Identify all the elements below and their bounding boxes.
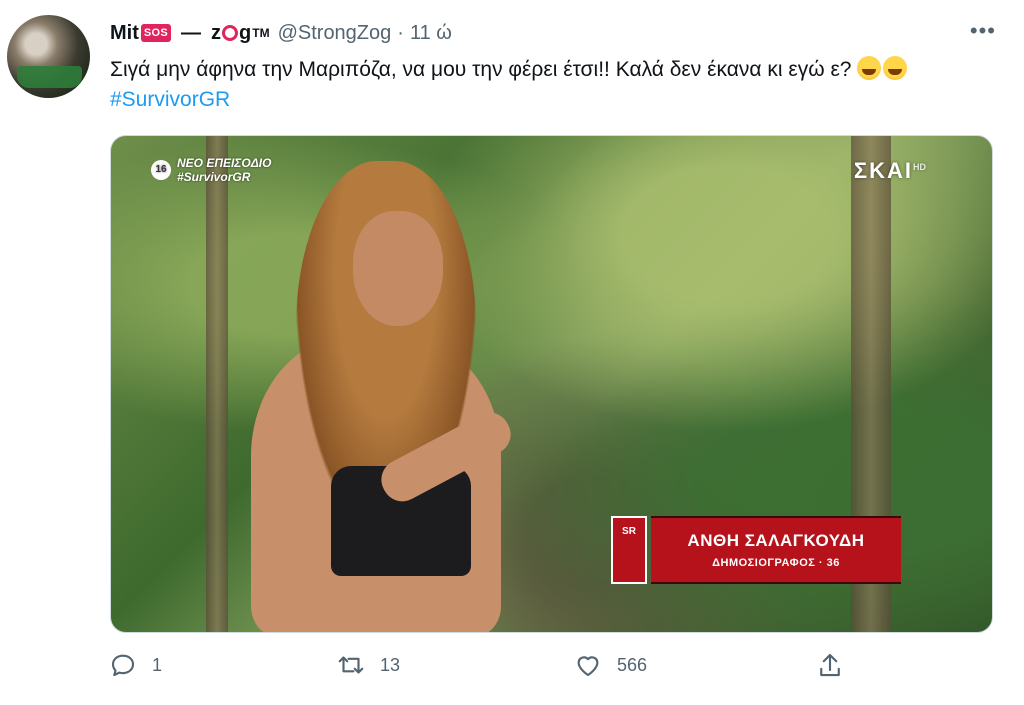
name-dash: — [181,21,202,44]
new-episode-label: ΝΕΟ ΕΠΕΙΣΟΔΙΟ [177,156,272,170]
rolling-on-floor-laughing-icon [883,56,908,80]
person-face [353,211,443,326]
tweet-text: Σιγά μην άφηνα την Μαριπόζα, να μου την … [110,55,990,115]
contestant-role: ΔΗΜΟΣΙΟΓΡΑΦΟΣ · 36 [712,557,840,569]
o-emoji-icon [222,25,239,41]
overlay-hashtag: #SurvivorGR [177,170,251,184]
heart-icon [577,656,599,677]
retweet-button[interactable]: 13 [336,650,400,680]
retweet-count: 13 [380,654,401,675]
tweet-media-image[interactable]: 16 ΝΕΟ ΕΠΕΙΣΟΔΙΟ #SurvivorGR ΣΚΑΙHD SR Α… [110,135,993,633]
age-rating-badge: 16 [151,160,171,180]
sos-badge: SOS [140,24,172,42]
display-name[interactable]: Mit SOS — z g TM [110,22,270,45]
display-name-part: z [211,21,222,44]
rolling-on-floor-laughing-icon [857,56,882,80]
tweet[interactable]: Mit SOS — z g TM @StrongZog · 11 ώ ••• Σ… [0,0,1024,705]
avatar[interactable] [7,15,90,98]
tweet-actions: 1 13 566 [108,650,868,686]
reply-icon [111,654,135,677]
channel-hd: HD [913,161,926,172]
more-options-icon[interactable]: ••• [970,18,996,44]
retweet-icon [338,656,364,674]
contestant-name: ΑΝΘΗ ΣΑΛΑΓΚΟΥΔΗ [687,531,865,550]
share-icon [820,653,840,677]
lower-third-body: ΑΝΘΗ ΣΑΛΑΓΚΟΥΔΗ ΔΗΜΟΣΙΟΓΡΑΦΟΣ · 36 [651,516,901,584]
timestamp[interactable]: 11 ώ [410,22,452,45]
hashtag-link[interactable]: #SurvivorGR [110,88,230,111]
channel-logo: ΣΚΑΙHD [854,158,926,184]
tree-trunk [206,136,228,632]
reply-button[interactable]: 1 [108,650,162,680]
tweet-body: Σιγά μην άφηνα την Μαριπόζα, να μου την … [110,58,852,81]
reply-count: 1 [152,654,163,675]
trademark-sign: TM [252,26,270,40]
tweet-header: Mit SOS — z g TM @StrongZog · 11 ώ [110,20,452,46]
share-button[interactable] [815,650,845,680]
like-count: 566 [617,654,648,675]
like-button[interactable]: 566 [573,650,647,680]
display-name-part: g [239,21,252,44]
lower-third-caption: SR ΑΝΘΗ ΣΑΛΑΓΚΟΥΔΗ ΔΗΜΟΣΙΟΓΡΑΦΟΣ · 36 [611,516,901,584]
display-name-part: Mit [110,21,139,44]
episode-overlay: 16 ΝΕΟ ΕΠΕΙΣΟΔΙΟ #SurvivorGR [151,156,271,184]
user-handle[interactable]: @StrongZog [278,22,392,45]
separator-dot: · [397,21,404,44]
channel-name: ΣΚΑΙ [853,158,913,183]
survivor-logo-icon: SR [611,516,647,584]
